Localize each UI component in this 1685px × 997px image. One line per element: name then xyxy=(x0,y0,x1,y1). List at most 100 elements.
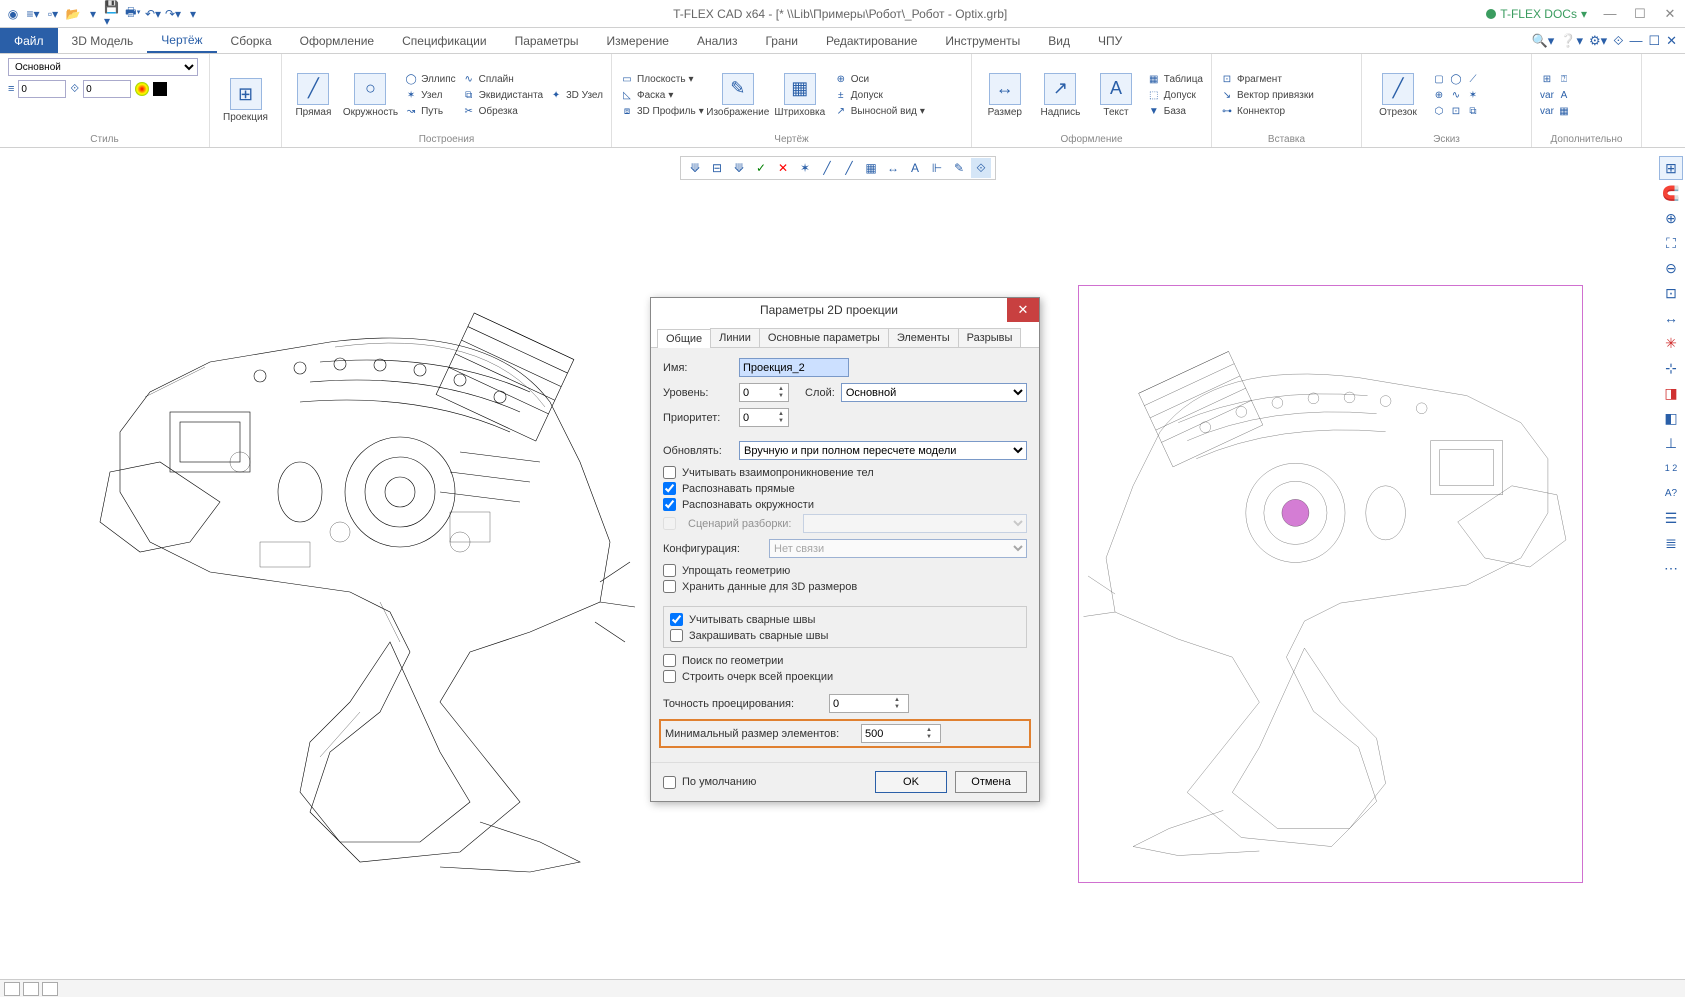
rs-constr-icon[interactable]: ⊥ xyxy=(1659,431,1683,455)
ct6-icon[interactable]: ✶ xyxy=(795,158,815,178)
status-view1[interactable] xyxy=(4,982,20,996)
text-button[interactable]: AТекст xyxy=(1091,73,1141,118)
ct9-icon[interactable]: ▦ xyxy=(861,158,881,178)
base-button[interactable]: ▼База xyxy=(1147,104,1203,118)
sk2-button[interactable]: ⊕∿✶ xyxy=(1432,88,1480,102)
prof-button[interactable]: ⧈3D Профиль ▾ xyxy=(620,104,704,118)
rs-cube2-icon[interactable]: ◧ xyxy=(1659,406,1683,430)
rs-axis-icon[interactable]: ✳ xyxy=(1659,331,1683,355)
ct11-icon[interactable]: A xyxy=(905,158,925,178)
cb-circles[interactable] xyxy=(663,498,676,511)
cb-geom[interactable] xyxy=(663,654,676,667)
app-icon[interactable]: ◉ xyxy=(4,5,22,23)
color1-swatch[interactable] xyxy=(135,82,149,96)
cb-lines[interactable] xyxy=(663,482,676,495)
plane-button[interactable]: ▭Плоскость ▾ xyxy=(620,72,704,86)
projection-button[interactable]: ⊞Проекция xyxy=(218,78,273,123)
rs-a-icon[interactable]: A? xyxy=(1659,481,1683,505)
help-icon[interactable]: ❔▾ xyxy=(1560,33,1583,49)
line-style-icon[interactable]: ≡ xyxy=(8,83,14,95)
circle-button[interactable]: ○Окружность xyxy=(343,73,398,118)
dialog-close-button[interactable]: ✕ xyxy=(1007,298,1039,322)
search-icon[interactable]: 🔍▾ xyxy=(1532,33,1555,49)
table-button[interactable]: ▦Таблица xyxy=(1147,72,1203,86)
rs-zoomfit-icon[interactable]: ⛶ xyxy=(1659,231,1683,255)
ct3-icon[interactable]: ⟱ xyxy=(729,158,749,178)
rib-rest-icon[interactable]: ☐ xyxy=(1648,33,1660,49)
dlg-tab-lines[interactable]: Линии xyxy=(710,328,760,347)
tab-view[interactable]: Вид xyxy=(1034,28,1084,53)
tab-cnc[interactable]: ЧПУ xyxy=(1084,28,1136,53)
undo-icon[interactable]: ↶▾ xyxy=(144,5,162,23)
style-n1[interactable] xyxy=(18,80,66,98)
level-spinner[interactable]: ▲▼ xyxy=(739,383,789,402)
dtol-button[interactable]: ±Допуск xyxy=(834,88,925,102)
ellipse-button[interactable]: ◯Эллипс xyxy=(404,72,456,86)
save-icon[interactable]: 💾▾ xyxy=(104,5,122,23)
note-button[interactable]: ↗Надпись xyxy=(1036,73,1086,118)
dlg-tab-general[interactable]: Общие xyxy=(657,329,711,348)
atol-button[interactable]: ⬚Допуск xyxy=(1147,88,1203,102)
rib-x-icon[interactable]: ✕ xyxy=(1666,33,1677,49)
rs-magnet-icon[interactable]: 🧲 xyxy=(1659,181,1683,205)
sk3-button[interactable]: ⬡⊡⧉ xyxy=(1432,104,1480,118)
sk1-button[interactable]: ▢◯⟋ xyxy=(1432,72,1480,86)
spline-button[interactable]: ∿Сплайн xyxy=(462,72,543,86)
dlg-tab-elements[interactable]: Элементы xyxy=(888,328,959,347)
open-icon[interactable]: 📂 xyxy=(64,5,82,23)
style-n2[interactable] xyxy=(83,80,131,98)
dlg-tab-mainparams[interactable]: Основные параметры xyxy=(759,328,889,347)
rs-cube1-icon[interactable]: ◨ xyxy=(1659,381,1683,405)
tab-measure[interactable]: Измерение xyxy=(593,28,683,53)
layer-select[interactable]: Основной xyxy=(841,383,1027,402)
line-button[interactable]: ╱Прямая xyxy=(290,73,337,118)
conn-button[interactable]: ⊶Коннектор xyxy=(1220,104,1314,118)
tab-tools[interactable]: Инструменты xyxy=(931,28,1034,53)
image-button[interactable]: ✎Изображение xyxy=(710,73,766,118)
dlg-tab-breaks[interactable]: Разрывы xyxy=(958,328,1022,347)
axes-button[interactable]: ⊕Оси xyxy=(834,72,925,86)
trim-button[interactable]: ✂Обрезка xyxy=(462,104,543,118)
min-spinner[interactable]: ▲▼ xyxy=(861,724,941,743)
cb-fillwelds[interactable] xyxy=(670,629,683,642)
settings-icon[interactable]: ⚙▾ xyxy=(1589,33,1607,49)
tab-file[interactable]: Файл xyxy=(0,28,58,53)
path-button[interactable]: ↝Путь xyxy=(404,104,456,118)
rs-tree-icon[interactable]: ☰ xyxy=(1659,506,1683,530)
print-icon[interactable]: 🖶▾ xyxy=(124,5,142,23)
dim-button[interactable]: ↔Размер xyxy=(980,73,1030,118)
ex1-button[interactable]: ⊞⍰ xyxy=(1540,72,1571,86)
cb-default[interactable] xyxy=(663,776,676,789)
new-icon[interactable]: ▫▾ xyxy=(44,5,62,23)
rib-max-icon[interactable]: — xyxy=(1629,33,1642,48)
upd-select[interactable]: Вручную и при полном пересчете модели xyxy=(739,441,1027,460)
prec-spinner[interactable]: ▲▼ xyxy=(829,694,909,713)
menu-icon[interactable]: ≡▾ xyxy=(24,5,42,23)
rs-zoomin-icon[interactable]: ⊕ xyxy=(1659,206,1683,230)
tab-analysis[interactable]: Анализ xyxy=(683,28,752,53)
seg-button[interactable]: ╱Отрезок xyxy=(1370,73,1426,118)
tab-edit[interactable]: Редактирование xyxy=(812,28,931,53)
rs-dim-icon[interactable]: ↔ xyxy=(1659,306,1683,330)
redo-icon[interactable]: ↷▾ xyxy=(164,5,182,23)
tab-3dmodel[interactable]: 3D Модель xyxy=(58,28,148,53)
rs-grid-icon[interactable]: ⊞ xyxy=(1659,156,1683,180)
cb-simplify[interactable] xyxy=(663,564,676,577)
cancel-button[interactable]: Отмена xyxy=(955,771,1027,793)
ct14-icon[interactable]: ⟐ xyxy=(971,158,991,178)
frag-button[interactable]: ⊡Фрагмент xyxy=(1220,72,1314,86)
rs-zoomout-icon[interactable]: ⊖ xyxy=(1659,256,1683,280)
rs-12-icon[interactable]: 1 2 xyxy=(1659,456,1683,480)
docs-link[interactable]: T-FLEX DOCs▾ xyxy=(1478,7,1595,21)
db-icon[interactable]: ▾ xyxy=(84,5,102,23)
ct13-icon[interactable]: ✎ xyxy=(949,158,969,178)
tab-params[interactable]: Параметры xyxy=(501,28,593,53)
close-button[interactable]: ✕ xyxy=(1655,4,1685,24)
ex3-button[interactable]: var▦ xyxy=(1540,104,1571,118)
ct4-icon[interactable]: ✓ xyxy=(751,158,771,178)
ct12-icon[interactable]: ⊩ xyxy=(927,158,947,178)
cb-outline[interactable] xyxy=(663,670,676,683)
rs-layers-icon[interactable]: ≣ xyxy=(1659,531,1683,555)
tab-assembly[interactable]: Сборка xyxy=(217,28,286,53)
line-weight-icon[interactable]: ⟐ xyxy=(70,83,79,96)
